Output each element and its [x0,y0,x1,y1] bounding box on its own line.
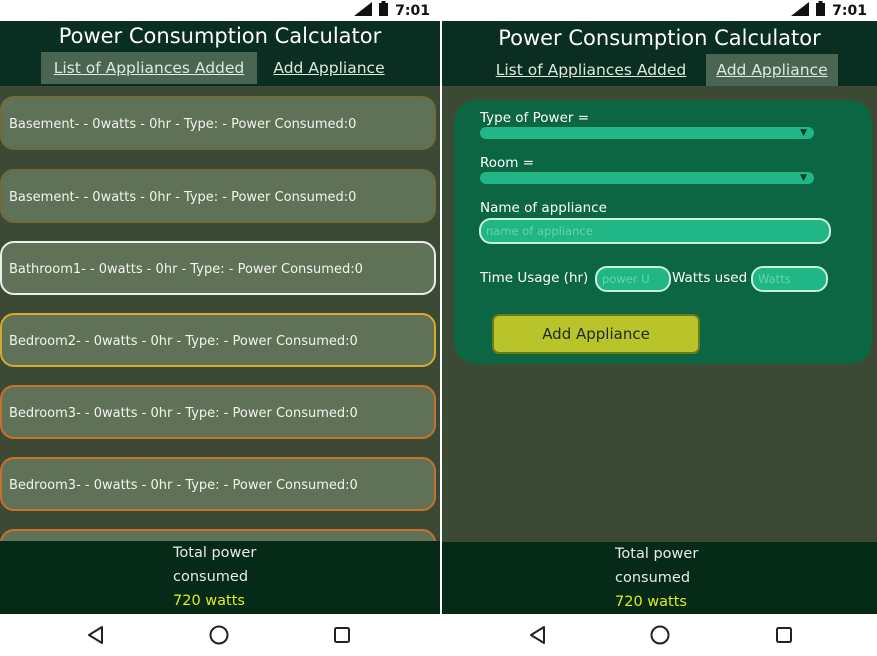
tab-add-appliance[interactable]: Add Appliance [265,52,393,84]
battery-icon [379,1,389,20]
appliance-name-input[interactable]: name of appliance [479,218,831,244]
status-time: 7:01 [832,2,867,19]
watts-used-input[interactable]: Watts [751,266,828,292]
nav-bar [0,614,440,656]
back-button[interactable] [74,614,118,656]
dropdown-arrow-icon: ▼ [800,173,807,183]
type-of-power-label: Type of Power = [480,110,590,126]
list-item[interactable]: Bathroom1- - 0watts - 0hr - Type: - Powe… [0,241,436,295]
watts-used-label: Watts used [672,270,748,286]
status-bar: 7:01 [0,0,440,21]
recents-icon [334,627,350,643]
recents-button[interactable] [762,614,806,656]
list-item[interactable]: Bedroom3- - 0watts - 0hr - Type: - Power… [0,385,436,439]
app-header: Power Consumption Calculator List of App… [0,21,440,86]
signal-icon [354,1,373,20]
nav-bar [442,614,877,656]
list-item[interactable]: Basement- - 0watts - 0hr - Type: - Power… [0,96,436,150]
back-button[interactable] [516,614,560,656]
time-usage-label: Time Usage (hr) [480,270,589,286]
status-time: 7:01 [395,2,430,19]
dropdown-arrow-icon: ▼ [800,128,807,138]
back-icon [530,626,545,644]
total-power-value: 720 watts [615,594,687,610]
signal-icon [791,1,810,20]
add-appliance-button[interactable]: Add Appliance [492,314,700,354]
app-title: Power Consumption Calculator [58,24,382,48]
total-power-footer: Total power consumed 720 watts [442,542,877,614]
tab-add-appliance[interactable]: Add Appliance [706,54,838,86]
total-power-value: 720 watts [173,593,245,609]
app-header: Power Consumption Calculator List of App… [442,21,877,86]
list-item[interactable]: Bedroom2- - 0watts - 0hr - Type: - Power… [0,313,436,367]
total-power-label-line1: Total power [615,546,699,562]
total-power-footer: Total power consumed 720 watts [0,541,440,614]
home-icon [209,625,229,645]
recents-button[interactable] [320,614,364,656]
add-appliance-form: Type of Power = ▼ Room = ▼ Name of appli… [454,100,872,364]
time-usage-input[interactable]: power U [595,266,671,292]
battery-icon [816,1,826,20]
appliance-list[interactable]: Basement- - 0watts - 0hr - Type: - Power… [0,86,440,541]
list-item[interactable]: Basement- - 0watts - 0hr - Type: - Power… [0,169,436,223]
list-item[interactable] [0,529,436,541]
room-label: Room = [480,155,535,171]
total-power-label-line1: Total power [173,545,257,561]
recents-icon [776,627,792,643]
type-of-power-dropdown[interactable]: ▼ [480,127,814,139]
room-dropdown[interactable]: ▼ [480,172,814,184]
tab-list-of-appliances[interactable]: List of Appliances Added [41,52,257,84]
home-button[interactable] [638,614,682,656]
appliance-name-label: Name of appliance [480,200,607,216]
list-screen: 7:01 Power Consumption Calculator List o… [0,0,440,656]
app-title: Power Consumption Calculator [498,26,821,50]
total-power-label-line2: consumed [173,569,249,585]
back-icon [88,626,103,644]
tab-list-of-appliances[interactable]: List of Appliances Added [486,54,696,86]
home-icon [650,625,670,645]
add-appliance-screen: 7:01 Power Consumption Calculator List o… [442,0,877,656]
total-power-label-line2: consumed [615,570,691,586]
list-item[interactable]: Bedroom3- - 0watts - 0hr - Type: - Power… [0,457,436,511]
status-bar: 7:01 [442,0,877,21]
home-button[interactable] [197,614,241,656]
